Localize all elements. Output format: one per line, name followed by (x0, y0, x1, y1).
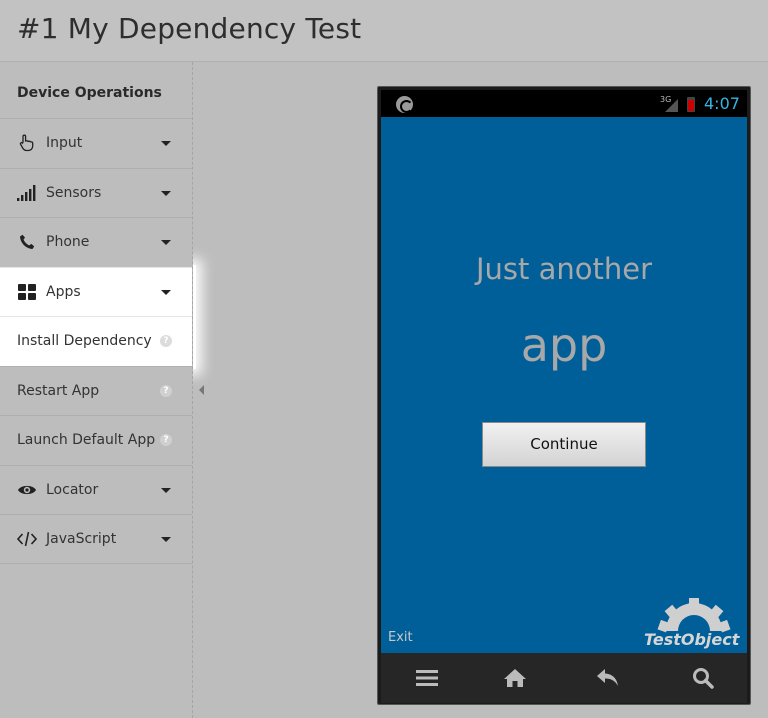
help-icon[interactable]: ? (160, 434, 172, 447)
signal-bars-icon (17, 183, 37, 203)
home-icon[interactable] (498, 661, 532, 695)
device-status-bar: 3G 4:07 (381, 90, 747, 117)
sidebar-item-label: Phone (46, 234, 90, 251)
sidebar-item-label: Install Dependency (17, 333, 152, 350)
sidebar-item-sensors[interactable]: Sensors (0, 167, 192, 218)
testobject-logo-text: TestObject (644, 630, 740, 649)
phone-icon (17, 232, 37, 252)
device-frame: 3G 4:07 Just another app Continue Exit T… (377, 86, 751, 705)
screen-headline: Just another (475, 252, 653, 286)
caret-down-icon (161, 536, 171, 542)
app-notification-icon (396, 96, 413, 113)
back-icon[interactable] (591, 661, 625, 695)
sidebar-item-apps[interactable]: Apps (0, 266, 192, 316)
sidebar-item-phone[interactable]: Phone (0, 217, 192, 267)
help-icon[interactable]: ? (160, 335, 172, 348)
sidebar-item-input[interactable]: Input (0, 118, 192, 168)
caret-down-icon (161, 487, 171, 493)
caret-down-icon (161, 289, 171, 295)
sidebar-item-label: Locator (46, 481, 99, 498)
caret-down-icon (161, 190, 171, 196)
signal-icon (665, 99, 678, 112)
sidebar-item-locator[interactable]: Locator (0, 464, 192, 515)
sidebar-item-javascript[interactable]: JavaScript (0, 514, 192, 564)
sidebar-item-label: Input (46, 135, 83, 152)
sidebar-item-label: Sensors (46, 184, 102, 201)
sidebar-item-label: Apps (46, 283, 81, 300)
exit-link[interactable]: Exit (388, 630, 413, 645)
sidebar-item-label: Launch Default App (17, 432, 156, 449)
sidebar-item-restart-app[interactable]: Restart App ? (0, 365, 192, 416)
collapse-sidebar-icon[interactable] (199, 385, 204, 395)
battery-icon (687, 97, 695, 112)
sidebar-item-install-dependency[interactable]: Install Dependency ? (0, 316, 192, 366)
header: #1 My Dependency Test (0, 0, 768, 62)
code-icon (17, 529, 37, 549)
sidebar-item-label: JavaScript (46, 530, 117, 547)
search-icon[interactable] (686, 661, 720, 695)
grid-icon (17, 282, 37, 302)
status-time: 4:07 (704, 94, 740, 113)
sidebar-heading: Device Operations (17, 85, 162, 101)
page-title: #1 My Dependency Test (17, 12, 362, 45)
sidebar-item-launch-default-app[interactable]: Launch Default App ? (0, 415, 192, 465)
hand-pointer-icon (17, 133, 37, 153)
device-nav-bar (381, 653, 747, 703)
sidebar-item-label: Restart App (17, 382, 100, 399)
help-icon[interactable]: ? (160, 384, 172, 397)
caret-down-icon (161, 240, 171, 246)
device-screen[interactable]: Just another app Continue Exit TestObjec… (381, 117, 747, 653)
eye-icon (17, 480, 37, 500)
continue-button[interactable]: Continue (482, 422, 646, 467)
sidebar: Device Operations Input Sensors Phone Ap… (0, 62, 193, 718)
caret-down-icon (161, 141, 171, 147)
sidebar-menu: Input Sensors Phone Apps Install Depende… (0, 118, 192, 564)
screen-app-word: app (520, 318, 608, 372)
menu-icon[interactable] (410, 661, 444, 695)
